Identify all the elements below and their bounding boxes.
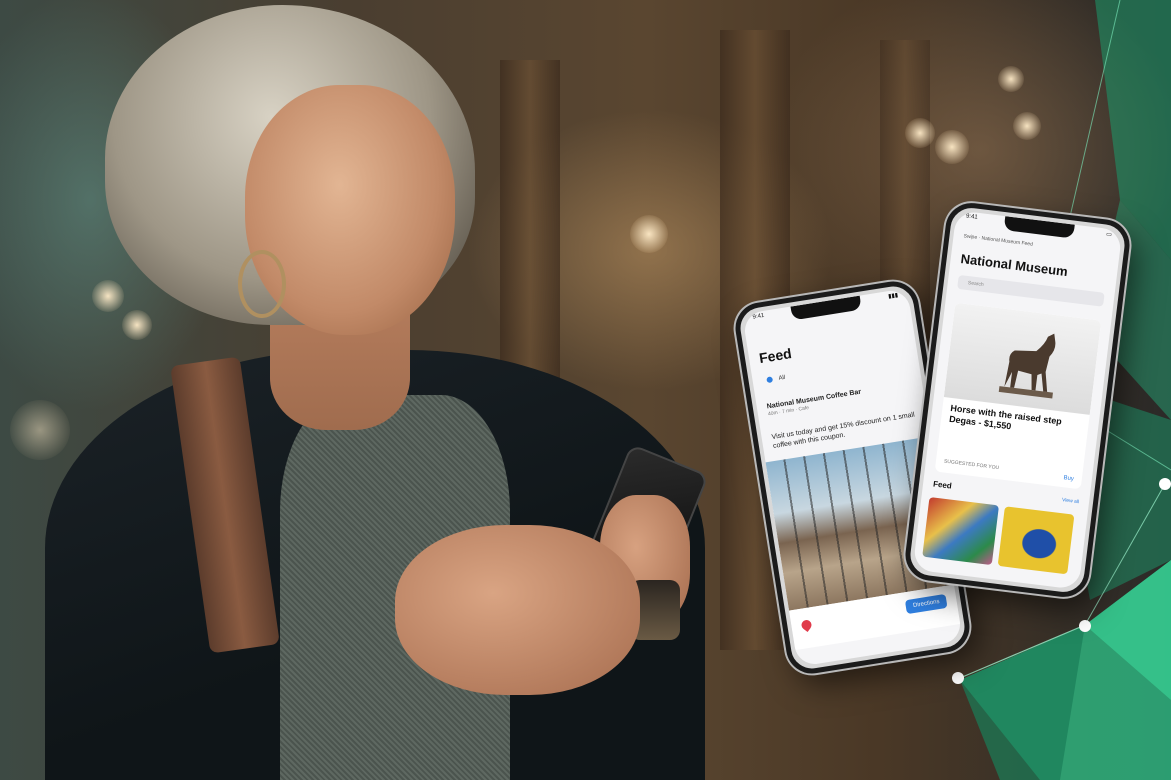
directions-button[interactable]: Directions — [905, 593, 948, 615]
buy-button[interactable]: Buy — [1063, 475, 1074, 482]
feed-title: Feed — [757, 345, 793, 367]
bokeh-light — [998, 66, 1024, 92]
woman-with-phone — [0, 0, 720, 780]
post-header: National Museum Coffee Bar 40m · 7 min ·… — [766, 380, 915, 418]
artwork-thumbnail-abstract[interactable] — [997, 506, 1075, 575]
phone-mockup-museum: 9:41 ▭ Swipe · National Museum Feed Nati… — [902, 200, 1133, 600]
earring — [238, 250, 286, 318]
bokeh-light — [935, 130, 969, 164]
app-topline: Swipe · National Museum Feed — [963, 233, 1034, 248]
chip-label: All — [778, 374, 786, 382]
phone-screen: 9:41 ▭ Swipe · National Museum Feed Nati… — [912, 210, 1123, 590]
left-hand — [395, 525, 640, 695]
status-time: 9:41 — [965, 213, 978, 221]
location-icon — [766, 376, 774, 384]
filter-chip[interactable]: All — [766, 374, 786, 384]
battery-icon: ▭ — [1105, 231, 1113, 239]
horse-sculpture-image — [943, 302, 1102, 415]
museum-title: National Museum — [959, 251, 1069, 280]
phone-notch — [1003, 216, 1075, 239]
horse-sculpture-icon — [998, 333, 1056, 399]
search-input[interactable]: Search — [957, 274, 1105, 307]
status-time: 9:41 — [752, 312, 765, 321]
feed-section-label: Feed — [932, 479, 953, 491]
artwork-card[interactable]: Horse with the raised step Degas - $1,55… — [934, 302, 1102, 490]
artwork-thumbnail-portrait[interactable] — [922, 497, 1000, 566]
bokeh-light — [1013, 112, 1041, 140]
view-all-link[interactable]: View all — [1062, 497, 1080, 505]
post-author: National Museum Coffee Bar — [766, 388, 862, 411]
heart-icon[interactable] — [799, 618, 814, 632]
signal-icon: ▮▮▮ — [887, 292, 899, 301]
artwork-meta: SUGGESTED FOR YOU — [943, 458, 1000, 472]
hero-image: 9:41 ▮▮▮ Feed All National Museum Coffee… — [0, 0, 1171, 780]
phone-notch — [790, 295, 862, 321]
bokeh-light — [905, 118, 935, 148]
